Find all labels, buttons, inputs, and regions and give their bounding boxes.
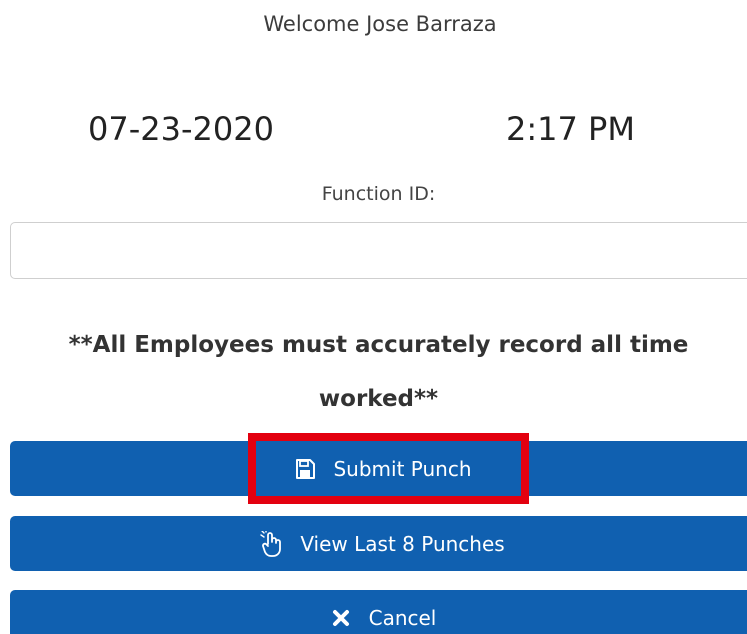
function-id-label: Function ID: <box>321 183 436 205</box>
punch-page: Welcome Jose Barraza 07-23-2020 2:17 PM … <box>0 0 747 634</box>
save-icon <box>293 457 317 481</box>
cancel-label: Cancel <box>368 605 437 630</box>
function-id-input[interactable] <box>10 222 747 279</box>
notice-line-2: worked** <box>318 386 439 412</box>
time-record-notice: **All Employees must accurately record a… <box>0 318 747 426</box>
notice-line-1: **All Employees must accurately record a… <box>68 332 689 358</box>
current-date: 07-23-2020 <box>88 110 274 148</box>
welcome-message: Welcome Jose Barraza <box>263 12 497 36</box>
cancel-button[interactable]: Cancel <box>10 590 747 634</box>
view-last-punches-button[interactable]: View Last 8 Punches <box>10 516 747 571</box>
close-icon <box>329 606 353 630</box>
submit-punch-label: Submit Punch <box>333 456 472 481</box>
current-time: 2:17 PM <box>506 110 635 148</box>
view-last-punches-label: View Last 8 Punches <box>300 531 505 556</box>
hand-pointer-icon <box>260 530 284 557</box>
submit-punch-button[interactable]: Submit Punch <box>10 441 747 496</box>
